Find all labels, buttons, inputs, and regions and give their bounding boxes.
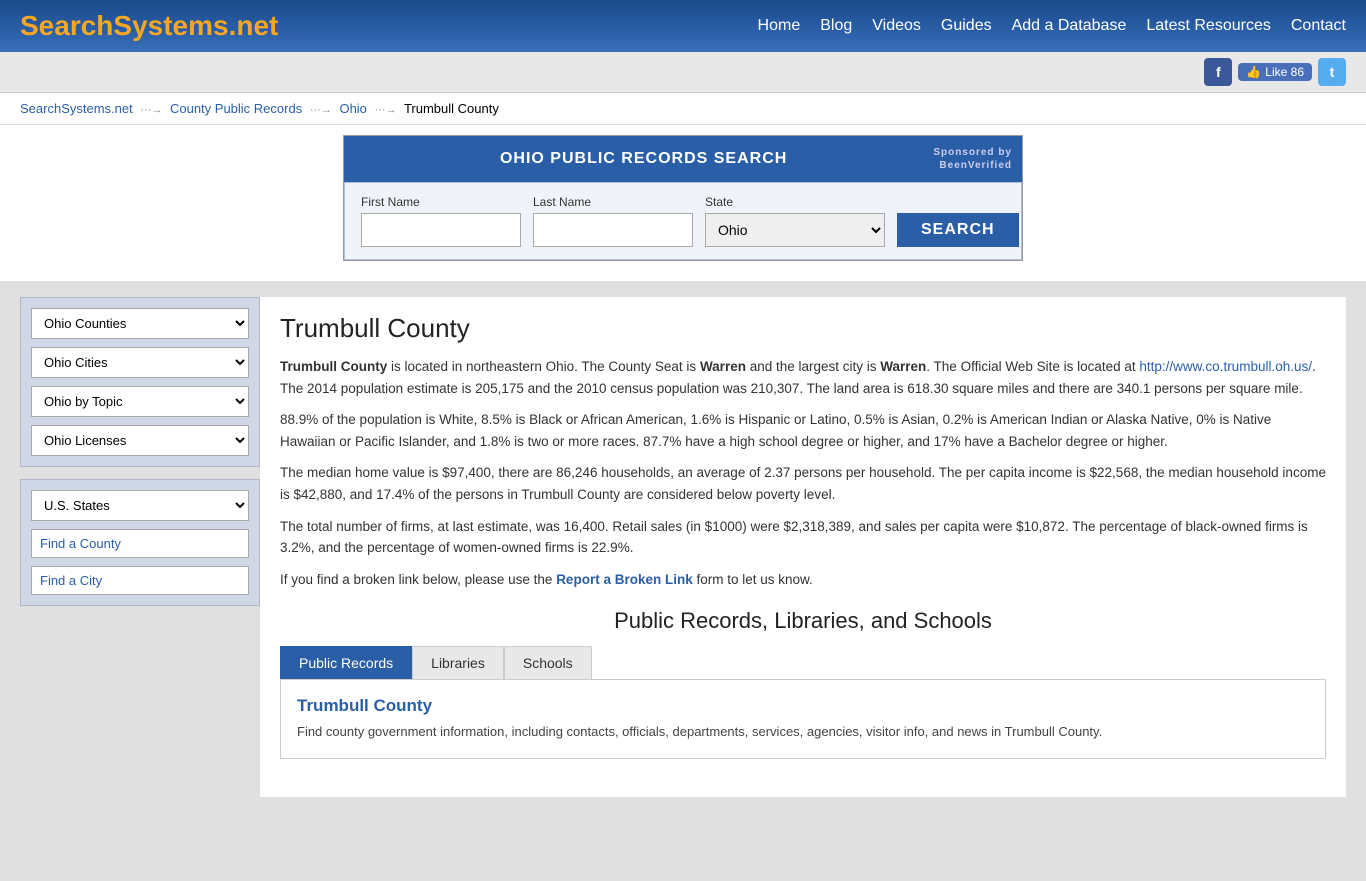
search-header: OHIO PUBLIC RECORDS SEARCH Sponsored by … <box>344 136 1022 182</box>
content-area: Ohio Counties Ohio Cities Ohio by Topic … <box>0 281 1366 813</box>
facebook-icon[interactable]: f <box>1204 58 1232 86</box>
sponsored-label: Sponsored by BeenVerified <box>933 146 1012 172</box>
breadcrumb-current: Trumbull County <box>404 101 499 116</box>
desc-text-3: . The Official Web Site is located at <box>926 359 1139 374</box>
nav-latest-resources[interactable]: Latest Resources <box>1146 17 1271 35</box>
breadcrumb-county-records[interactable]: County Public Records <box>170 101 302 116</box>
tabs-container: Public Records Libraries Schools <box>280 646 1326 679</box>
sponsored-by: Sponsored by <box>933 146 1012 159</box>
breadcrumb-arrow-1: ···→ <box>140 104 162 116</box>
county-website-link[interactable]: http://www.co.trumbull.oh.us/ <box>1139 359 1312 374</box>
breadcrumb-arrow-2: ···→ <box>310 104 332 116</box>
breadcrumb-arrow-3: ···→ <box>375 104 397 116</box>
breadcrumb: SearchSystems.net ···→ County Public Rec… <box>0 93 1366 125</box>
first-name-input[interactable] <box>361 213 521 247</box>
main-content: Trumbull County Trumbull County is locat… <box>260 297 1346 797</box>
county-desc-1: Trumbull County is located in northeaste… <box>280 356 1326 399</box>
thumbs-up-icon: 👍 <box>1246 65 1261 79</box>
header: SearchSystems.net Home Blog Videos Guide… <box>0 0 1366 52</box>
first-name-label: First Name <box>361 195 521 209</box>
state-label: State <box>705 195 885 209</box>
twitter-icon[interactable]: t <box>1318 58 1346 86</box>
nav-guides[interactable]: Guides <box>941 17 992 35</box>
nav-add-database[interactable]: Add a Database <box>1012 17 1127 35</box>
county-desc-2: 88.9% of the population is White, 8.5% i… <box>280 409 1326 452</box>
state-select[interactable]: Ohio <box>705 213 885 247</box>
nav-contact[interactable]: Contact <box>1291 17 1346 35</box>
tab-county-title: Trumbull County <box>297 696 1309 716</box>
search-fields: First Name Last Name State Ohio SEARCH <box>344 182 1022 260</box>
last-name-field: Last Name <box>533 195 693 247</box>
county-desc-4: The total number of firms, at last estim… <box>280 516 1326 559</box>
largest-city-bold: Warren <box>880 359 926 374</box>
report-broken-link[interactable]: Report a Broken Link <box>556 572 693 587</box>
tab-schools[interactable]: Schools <box>504 646 592 679</box>
logo-ext: .net <box>229 10 279 41</box>
logo-text: SearchSystems <box>20 10 229 41</box>
nav-home[interactable]: Home <box>758 17 801 35</box>
us-states-dropdown[interactable]: U.S. States <box>31 490 249 521</box>
site-logo[interactable]: SearchSystems.net <box>20 10 278 42</box>
ohio-licenses-dropdown[interactable]: Ohio Licenses <box>31 425 249 456</box>
find-city-link[interactable]: Find a City <box>31 566 249 595</box>
county-seat-bold: Warren <box>700 359 746 374</box>
sponsored-company: BeenVerified <box>933 159 1012 172</box>
broken-link-text-2: form to let us know. <box>693 572 813 587</box>
first-name-field: First Name <box>361 195 521 247</box>
county-desc-3: The median home value is $97,400, there … <box>280 462 1326 505</box>
sidebar: Ohio Counties Ohio Cities Ohio by Topic … <box>20 297 260 606</box>
tab-libraries[interactable]: Libraries <box>412 646 504 679</box>
main-container: Ohio Counties Ohio Cities Ohio by Topic … <box>0 281 1366 881</box>
search-title: OHIO PUBLIC RECORDS SEARCH <box>354 150 933 168</box>
social-bar: f 👍 Like 86 t <box>0 52 1366 93</box>
sidebar-panel-ohio: Ohio Counties Ohio Cities Ohio by Topic … <box>20 297 260 467</box>
broken-link-notice: If you find a broken link below, please … <box>280 569 1326 591</box>
sidebar-panel-us: U.S. States Find a County Find a City <box>20 479 260 606</box>
state-field: State Ohio <box>705 195 885 247</box>
nav-videos[interactable]: Videos <box>872 17 921 35</box>
county-title: Trumbull County <box>280 313 1326 344</box>
tab-public-records[interactable]: Public Records <box>280 646 412 679</box>
main-nav: Home Blog Videos Guides Add a Database L… <box>758 17 1346 35</box>
county-name-bold: Trumbull County <box>280 359 387 374</box>
like-count: Like 86 <box>1265 65 1304 79</box>
facebook-like-button[interactable]: 👍 Like 86 <box>1238 63 1312 81</box>
desc-text-2: and the largest city is <box>746 359 880 374</box>
last-name-input[interactable] <box>533 213 693 247</box>
ohio-counties-dropdown[interactable]: Ohio Counties <box>31 308 249 339</box>
ohio-cities-dropdown[interactable]: Ohio Cities <box>31 347 249 378</box>
tab-content: Trumbull County Find county government i… <box>280 679 1326 759</box>
search-section: OHIO PUBLIC RECORDS SEARCH Sponsored by … <box>0 125 1366 281</box>
broken-link-text-1: If you find a broken link below, please … <box>280 572 556 587</box>
nav-blog[interactable]: Blog <box>820 17 852 35</box>
tab-county-desc: Find county government information, incl… <box>297 722 1309 742</box>
search-box: OHIO PUBLIC RECORDS SEARCH Sponsored by … <box>343 135 1023 261</box>
last-name-label: Last Name <box>533 195 693 209</box>
breadcrumb-home[interactable]: SearchSystems.net <box>20 101 133 116</box>
section-title: Public Records, Libraries, and Schools <box>280 608 1326 634</box>
ohio-by-topic-dropdown[interactable]: Ohio by Topic <box>31 386 249 417</box>
find-county-link[interactable]: Find a County <box>31 529 249 558</box>
breadcrumb-ohio[interactable]: Ohio <box>339 101 366 116</box>
desc-text-1: is located in northeastern Ohio. The Cou… <box>387 359 700 374</box>
search-button[interactable]: SEARCH <box>897 213 1019 247</box>
